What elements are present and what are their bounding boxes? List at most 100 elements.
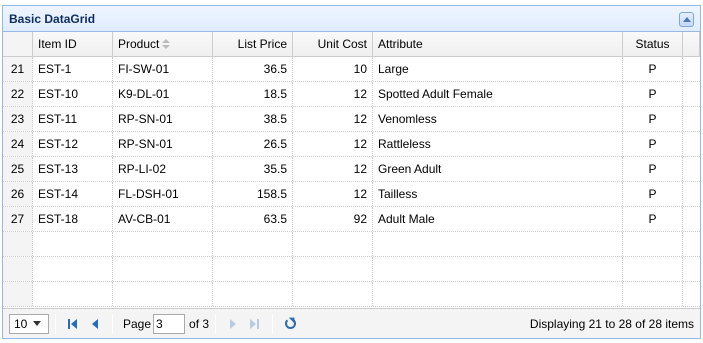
- column-header-attribute[interactable]: Attribute: [373, 32, 623, 56]
- row-filler: [683, 232, 700, 256]
- empty-cell: [213, 282, 293, 306]
- cell-attribute: Spotted Adult Female: [373, 82, 623, 106]
- empty-cell: [113, 282, 213, 306]
- cell-list-price: 158.5: [213, 182, 293, 206]
- row-filler: [683, 182, 700, 206]
- empty-cell: [373, 282, 623, 306]
- cell-attribute: Venomless: [373, 107, 623, 131]
- pager-separator: [272, 313, 274, 334]
- cell-unit-cost: 12: [293, 107, 373, 131]
- empty-row: [3, 257, 700, 282]
- page-number-input[interactable]: [153, 313, 186, 334]
- cell-item-id: EST-10: [33, 82, 113, 106]
- empty-cell: [33, 232, 113, 256]
- cell-unit-cost: 12: [293, 157, 373, 181]
- cell-product: K9-DL-01: [113, 82, 213, 106]
- cell-attribute: Large: [373, 57, 623, 81]
- page-size-value: 10: [14, 316, 28, 331]
- cell-attribute: Adult Male: [373, 207, 623, 231]
- prev-page-button[interactable]: [84, 313, 106, 335]
- cell-unit-cost: 10: [293, 57, 373, 81]
- column-header-product[interactable]: Product: [113, 32, 213, 56]
- column-header-label: Unit Cost: [317, 37, 367, 51]
- datagrid: Item ID Product List Price Unit Cost Att…: [3, 32, 700, 308]
- column-header-label: Status: [635, 37, 670, 51]
- last-page-icon: [250, 318, 260, 329]
- sort-icon[interactable]: [162, 39, 171, 49]
- empty-cell: [213, 232, 293, 256]
- cell-list-price: 26.5: [213, 132, 293, 156]
- cell-item-id: EST-13: [33, 157, 113, 181]
- cell-product: RP-SN-01: [113, 107, 213, 131]
- cell-unit-cost: 12: [293, 82, 373, 106]
- cell-item-id: EST-14: [33, 182, 113, 206]
- grid-header-row: Item ID Product List Price Unit Cost Att…: [3, 32, 700, 57]
- cell-attribute: Tailless: [373, 182, 623, 206]
- next-page-icon: [230, 318, 237, 329]
- row-number: 26: [3, 182, 33, 206]
- table-row[interactable]: 24 EST-12 RP-SN-01 26.5 12 Rattleless P: [3, 132, 700, 157]
- row-number: 25: [3, 157, 33, 181]
- cell-unit-cost: 12: [293, 182, 373, 206]
- empty-cell: [623, 232, 683, 256]
- refresh-icon: [284, 318, 296, 329]
- table-row[interactable]: 27 EST-18 AV-CB-01 63.5 92 Adult Male P: [3, 207, 700, 232]
- cell-item-id: EST-11: [33, 107, 113, 131]
- cell-status: P: [623, 132, 683, 156]
- empty-cell: [113, 257, 213, 281]
- first-page-button[interactable]: [62, 313, 84, 335]
- cell-list-price: 63.5: [213, 207, 293, 231]
- panel-title: Basic DataGrid: [9, 12, 96, 26]
- empty-row: [3, 232, 700, 257]
- pagination-bar: 10 Page of 3 Displaying 21 to 28 of 28 i…: [3, 308, 700, 338]
- column-header-status[interactable]: Status: [623, 32, 683, 56]
- empty-cell: [373, 232, 623, 256]
- column-header-unit-cost[interactable]: Unit Cost: [293, 32, 373, 56]
- cell-attribute: Rattleless: [373, 132, 623, 156]
- row-filler: [683, 257, 700, 281]
- column-header-label: Attribute: [378, 37, 423, 51]
- empty-cell: [293, 282, 373, 306]
- table-row[interactable]: 25 EST-13 RP-LI-02 35.5 12 Green Adult P: [3, 157, 700, 182]
- row-filler: [683, 107, 700, 131]
- cell-list-price: 35.5: [213, 157, 293, 181]
- refresh-button[interactable]: [279, 313, 301, 335]
- cell-item-id: EST-18: [33, 207, 113, 231]
- column-header-label: List Price: [237, 37, 287, 51]
- cell-status: P: [623, 57, 683, 81]
- row-number: 24: [3, 132, 33, 156]
- table-row[interactable]: 23 EST-11 RP-SN-01 38.5 12 Venomless P: [3, 107, 700, 132]
- cell-unit-cost: 12: [293, 132, 373, 156]
- empty-cell: [293, 232, 373, 256]
- row-number: 23: [3, 107, 33, 131]
- empty-cell: [373, 257, 623, 281]
- empty-cell: [33, 282, 113, 306]
- column-header-item-id[interactable]: Item ID: [33, 32, 113, 56]
- table-row[interactable]: 21 EST-1 FI-SW-01 36.5 10 Large P: [3, 57, 700, 82]
- empty-cell: [293, 257, 373, 281]
- table-row[interactable]: 26 EST-14 FL-DSH-01 158.5 12 Tailless P: [3, 182, 700, 207]
- row-filler: [683, 207, 700, 231]
- column-header-list-price[interactable]: List Price: [213, 32, 293, 56]
- table-row[interactable]: 22 EST-10 K9-DL-01 18.5 12 Spotted Adult Fema…: [3, 82, 700, 107]
- cell-list-price: 38.5: [213, 107, 293, 131]
- pager-separator: [215, 313, 217, 334]
- row-filler: [683, 82, 700, 106]
- empty-cell: [623, 257, 683, 281]
- row-number: 27: [3, 207, 33, 231]
- row-filler: [683, 132, 700, 156]
- empty-row: [3, 282, 700, 307]
- last-page-button[interactable]: [244, 313, 266, 335]
- cell-status: P: [623, 207, 683, 231]
- cell-item-id: EST-12: [33, 132, 113, 156]
- next-page-button[interactable]: [222, 313, 244, 335]
- row-filler: [683, 157, 700, 181]
- header-filler: [683, 32, 700, 56]
- empty-cell: [3, 257, 33, 281]
- panel-header: Basic DataGrid: [3, 6, 700, 32]
- page-size-select[interactable]: 10: [9, 313, 49, 334]
- collapse-icon[interactable]: [679, 12, 694, 27]
- cell-product: AV-CB-01: [113, 207, 213, 231]
- pager-info: Displaying 21 to 28 of 28 items: [529, 316, 694, 331]
- row-number: 22: [3, 82, 33, 106]
